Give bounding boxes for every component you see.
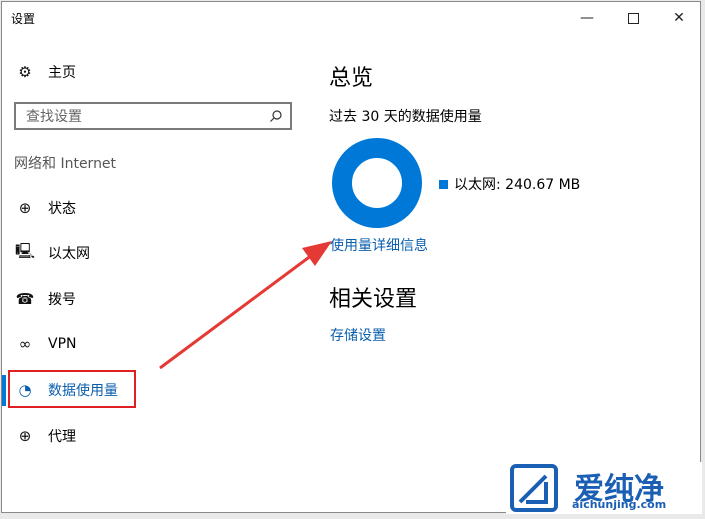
watermark-url: aichunjing.com: [572, 498, 667, 511]
annotation-arrow: [159, 241, 332, 370]
watermark-logo: 爱纯净 aichunjing.com: [506, 462, 702, 514]
